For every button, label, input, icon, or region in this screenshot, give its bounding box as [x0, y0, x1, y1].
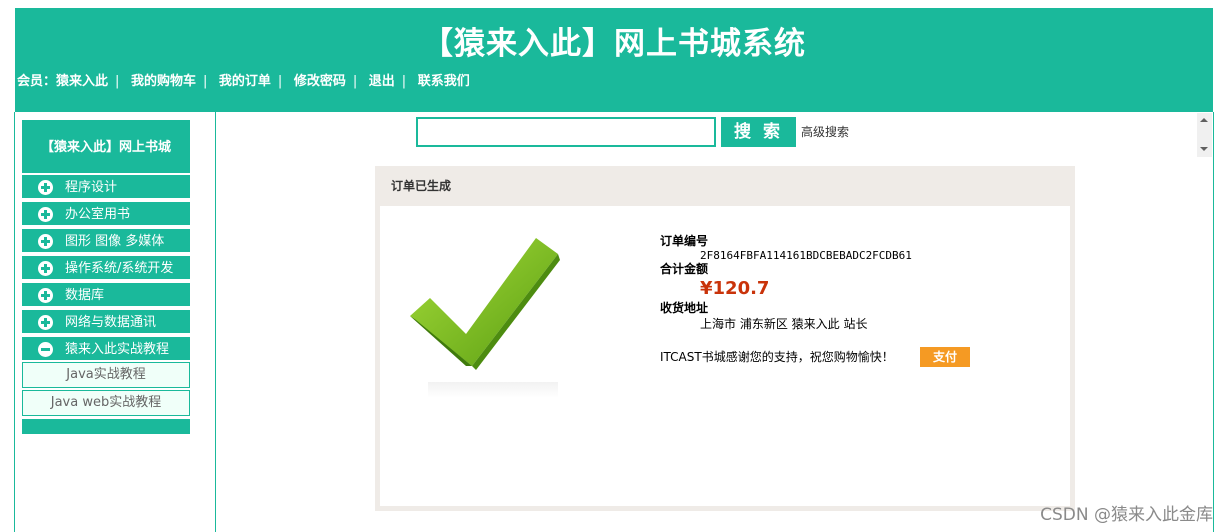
subcategory-javaweb[interactable]: Java web实战教程 — [22, 390, 190, 416]
shipping-address-value: 上海市 浦东新区 猿来入此 站长 — [700, 317, 868, 331]
nav-cart-link[interactable]: 我的购物车 — [131, 74, 196, 89]
plus-circle-icon — [38, 234, 53, 249]
thanks-message: ITCAST书城感谢您的支持，祝您购物愉快！ — [660, 350, 894, 364]
category-label: 办公室用书 — [65, 207, 131, 222]
subcategory-java[interactable]: Java实战教程 — [22, 362, 190, 388]
category-programming[interactable]: 程序设计 — [22, 174, 190, 199]
nav-change-password-link[interactable]: 修改密码 — [294, 74, 346, 89]
site-header: 【猿来入此】网上书城系统 会员：猿来入此 | 我的购物车 | 我的订单 | 修改密码 |… — [15, 8, 1213, 112]
top-nav: 会员：猿来入此 | 我的购物车 | 我的订单 | 修改密码 | 退出 | 联系我们 — [17, 70, 470, 89]
scrollbar[interactable] — [1197, 113, 1212, 157]
nav-contact-link[interactable]: 联系我们 — [418, 74, 470, 89]
scroll-up-icon[interactable] — [1200, 118, 1208, 122]
sidebar-footer — [22, 419, 190, 434]
search-input[interactable] — [416, 117, 716, 147]
category-label: 操作系统/系统开发 — [65, 261, 174, 276]
category-label: 图形 图像 多媒体 — [65, 234, 165, 249]
nav-logout-link[interactable]: 退出 — [369, 74, 395, 89]
category-database[interactable]: 数据库 — [22, 282, 190, 307]
category-label: 程序设计 — [65, 180, 118, 195]
category-network[interactable]: 网络与数据通讯 — [22, 309, 190, 334]
order-total-label: 合计金额 — [660, 262, 709, 276]
nav-orders-link[interactable]: 我的订单 — [219, 74, 271, 89]
panel-title: 订单已生成 — [391, 179, 452, 193]
plus-circle-icon — [38, 315, 53, 330]
order-number-value: 2F8164FBFA114161BDCBEBADC2FCDB61 — [700, 249, 912, 262]
advanced-search-link[interactable]: 高级搜索 — [801, 123, 849, 140]
category-office[interactable]: 办公室用书 — [22, 201, 190, 226]
csdn-watermark: CSDN @猿来入此金库 — [1040, 505, 1213, 525]
plus-circle-icon — [38, 180, 53, 195]
order-total-value: ¥120.7 — [700, 278, 770, 299]
success-checkmark-icon — [410, 238, 560, 398]
category-tutorials[interactable]: 猿来入此实战教程 — [22, 336, 190, 361]
category-os[interactable]: 操作系统/系统开发 — [22, 255, 190, 280]
plus-circle-icon — [38, 288, 53, 303]
pay-button[interactable]: 支付 — [920, 347, 970, 367]
plus-circle-icon — [38, 207, 53, 222]
search-button[interactable]: 搜 索 — [721, 117, 796, 147]
scroll-down-icon[interactable] — [1200, 147, 1208, 151]
sidebar-title: 【猿来入此】网上书城 — [22, 120, 190, 173]
order-number-label: 订单编号 — [660, 234, 709, 248]
order-info: 订单编号 2F8164FBFA114161BDCBEBADC2FCDB61 合计… — [660, 234, 912, 332]
category-label: 网络与数据通讯 — [65, 315, 157, 330]
plus-circle-icon — [38, 261, 53, 276]
category-label: 猿来入此实战教程 — [65, 342, 170, 357]
minus-circle-icon — [38, 342, 53, 357]
site-title: 【猿来入此】网上书城系统 — [422, 26, 806, 62]
category-graphics[interactable]: 图形 图像 多媒体 — [22, 228, 190, 253]
category-label: 数据库 — [65, 288, 105, 303]
order-panel: 订单已生成 订单编号 2F8164FBFA114161BDCBEBADC2FCD… — [375, 166, 1075, 511]
member-label: 会员：猿来入此 — [17, 74, 109, 89]
shipping-address-label: 收货地址 — [660, 301, 709, 315]
panel-body: 订单编号 2F8164FBFA114161BDCBEBADC2FCDB61 合计… — [380, 206, 1070, 506]
